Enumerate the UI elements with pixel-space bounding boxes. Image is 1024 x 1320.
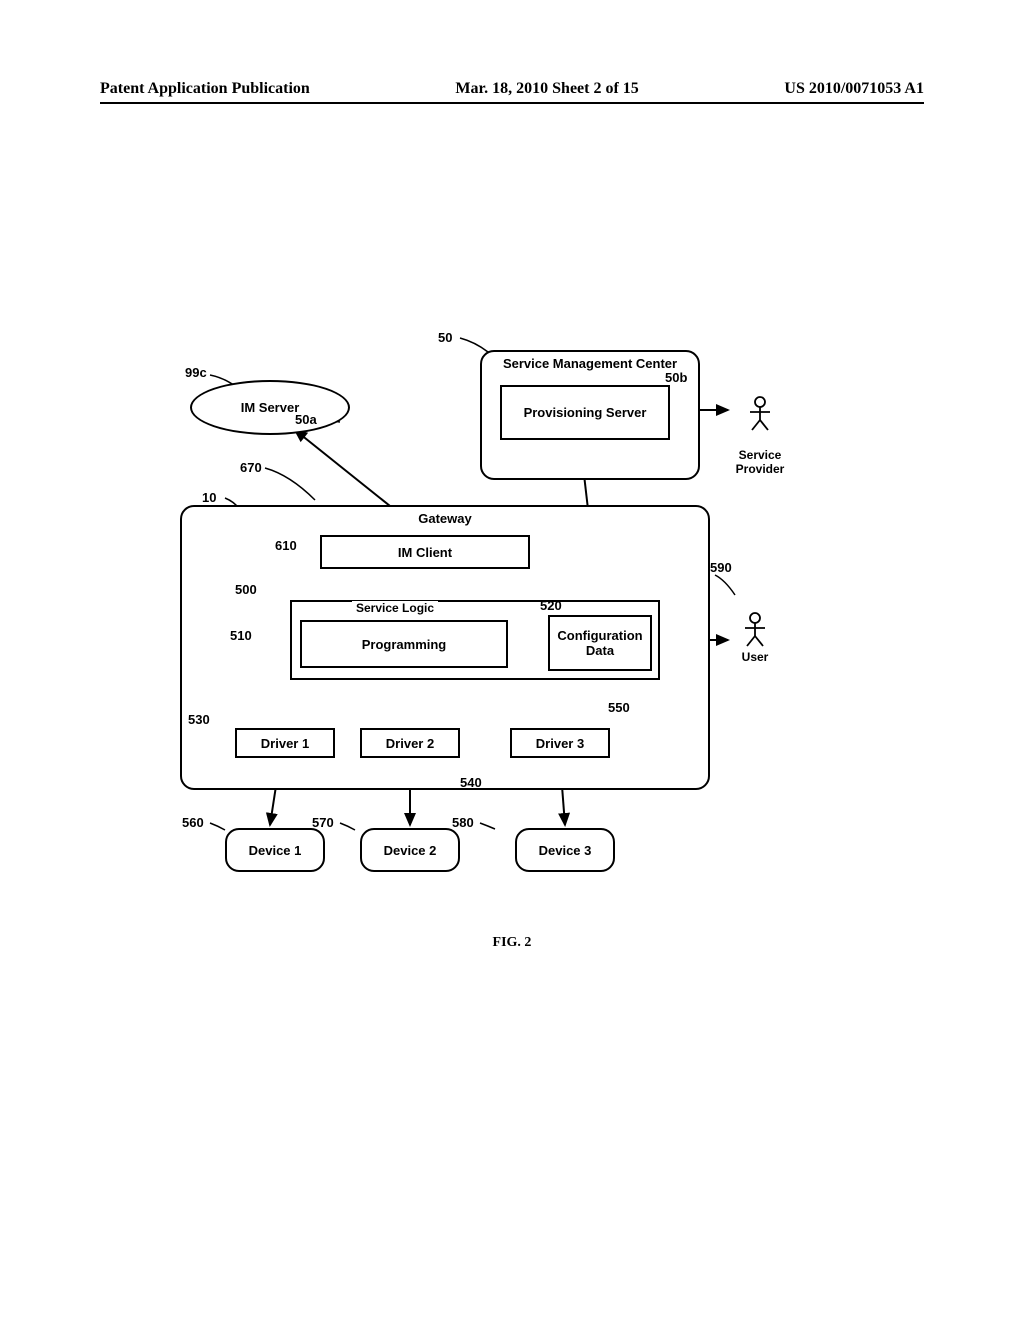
ref-560: 560 — [182, 815, 204, 830]
prov-label: Provisioning Server — [524, 405, 647, 420]
ref-520: 520 — [540, 598, 562, 613]
gateway-label: Gateway — [418, 511, 471, 526]
box-device-1: Device 1 — [225, 828, 325, 872]
ref-540: 540 — [460, 775, 482, 790]
ref-550: 550 — [608, 700, 630, 715]
box-device-3: Device 3 — [515, 828, 615, 872]
actor-service-provider: Service Provider — [730, 382, 790, 476]
im-server-label: IM Server — [241, 400, 300, 415]
figure-diagram: Service Management Center Provisioning S… — [140, 320, 860, 890]
box-config-data: Configuration Data — [548, 615, 652, 671]
box-driver-1: Driver 1 — [235, 728, 335, 758]
ref-99c: 99c — [185, 365, 207, 380]
actor-user: User — [730, 612, 780, 664]
ref-50b: 50b — [665, 370, 687, 385]
ref-580: 580 — [452, 815, 474, 830]
sp-label: Service Provider — [736, 448, 785, 476]
user-label: User — [742, 650, 769, 664]
box-device-2: Device 2 — [360, 828, 460, 872]
box-programming: Programming — [300, 620, 508, 668]
header-center: Mar. 18, 2010 Sheet 2 of 15 — [455, 80, 638, 98]
programming-label: Programming — [362, 637, 447, 652]
page-header: Patent Application Publication Mar. 18, … — [100, 80, 924, 104]
config-label: Configuration Data — [557, 628, 642, 658]
ref-610: 610 — [275, 538, 297, 553]
ref-510: 510 — [230, 628, 252, 643]
figure-caption: FIG. 2 — [0, 935, 1024, 951]
ref-670: 670 — [240, 460, 262, 475]
person-icon — [741, 612, 769, 648]
ref-500: 500 — [235, 582, 257, 597]
ellipse-im-server: IM Server — [190, 380, 350, 435]
ref-570: 570 — [312, 815, 334, 830]
person-icon — [746, 396, 774, 432]
box-driver-2: Driver 2 — [360, 728, 460, 758]
box-driver-3: Driver 3 — [510, 728, 610, 758]
im-client-label: IM Client — [398, 545, 452, 560]
ref-50: 50 — [438, 330, 452, 345]
service-logic-label: Service Logic — [352, 601, 438, 615]
smc-label: Service Management Center — [503, 356, 677, 371]
ref-530: 530 — [188, 712, 210, 727]
header-right: US 2010/0071053 A1 — [784, 80, 924, 98]
ref-590: 590 — [710, 560, 732, 575]
ref-10: 10 — [202, 490, 216, 505]
box-im-client: IM Client — [320, 535, 530, 569]
header-left: Patent Application Publication — [100, 80, 310, 98]
box-provisioning-server: Provisioning Server — [500, 385, 670, 440]
ref-50a: 50a — [295, 412, 317, 427]
